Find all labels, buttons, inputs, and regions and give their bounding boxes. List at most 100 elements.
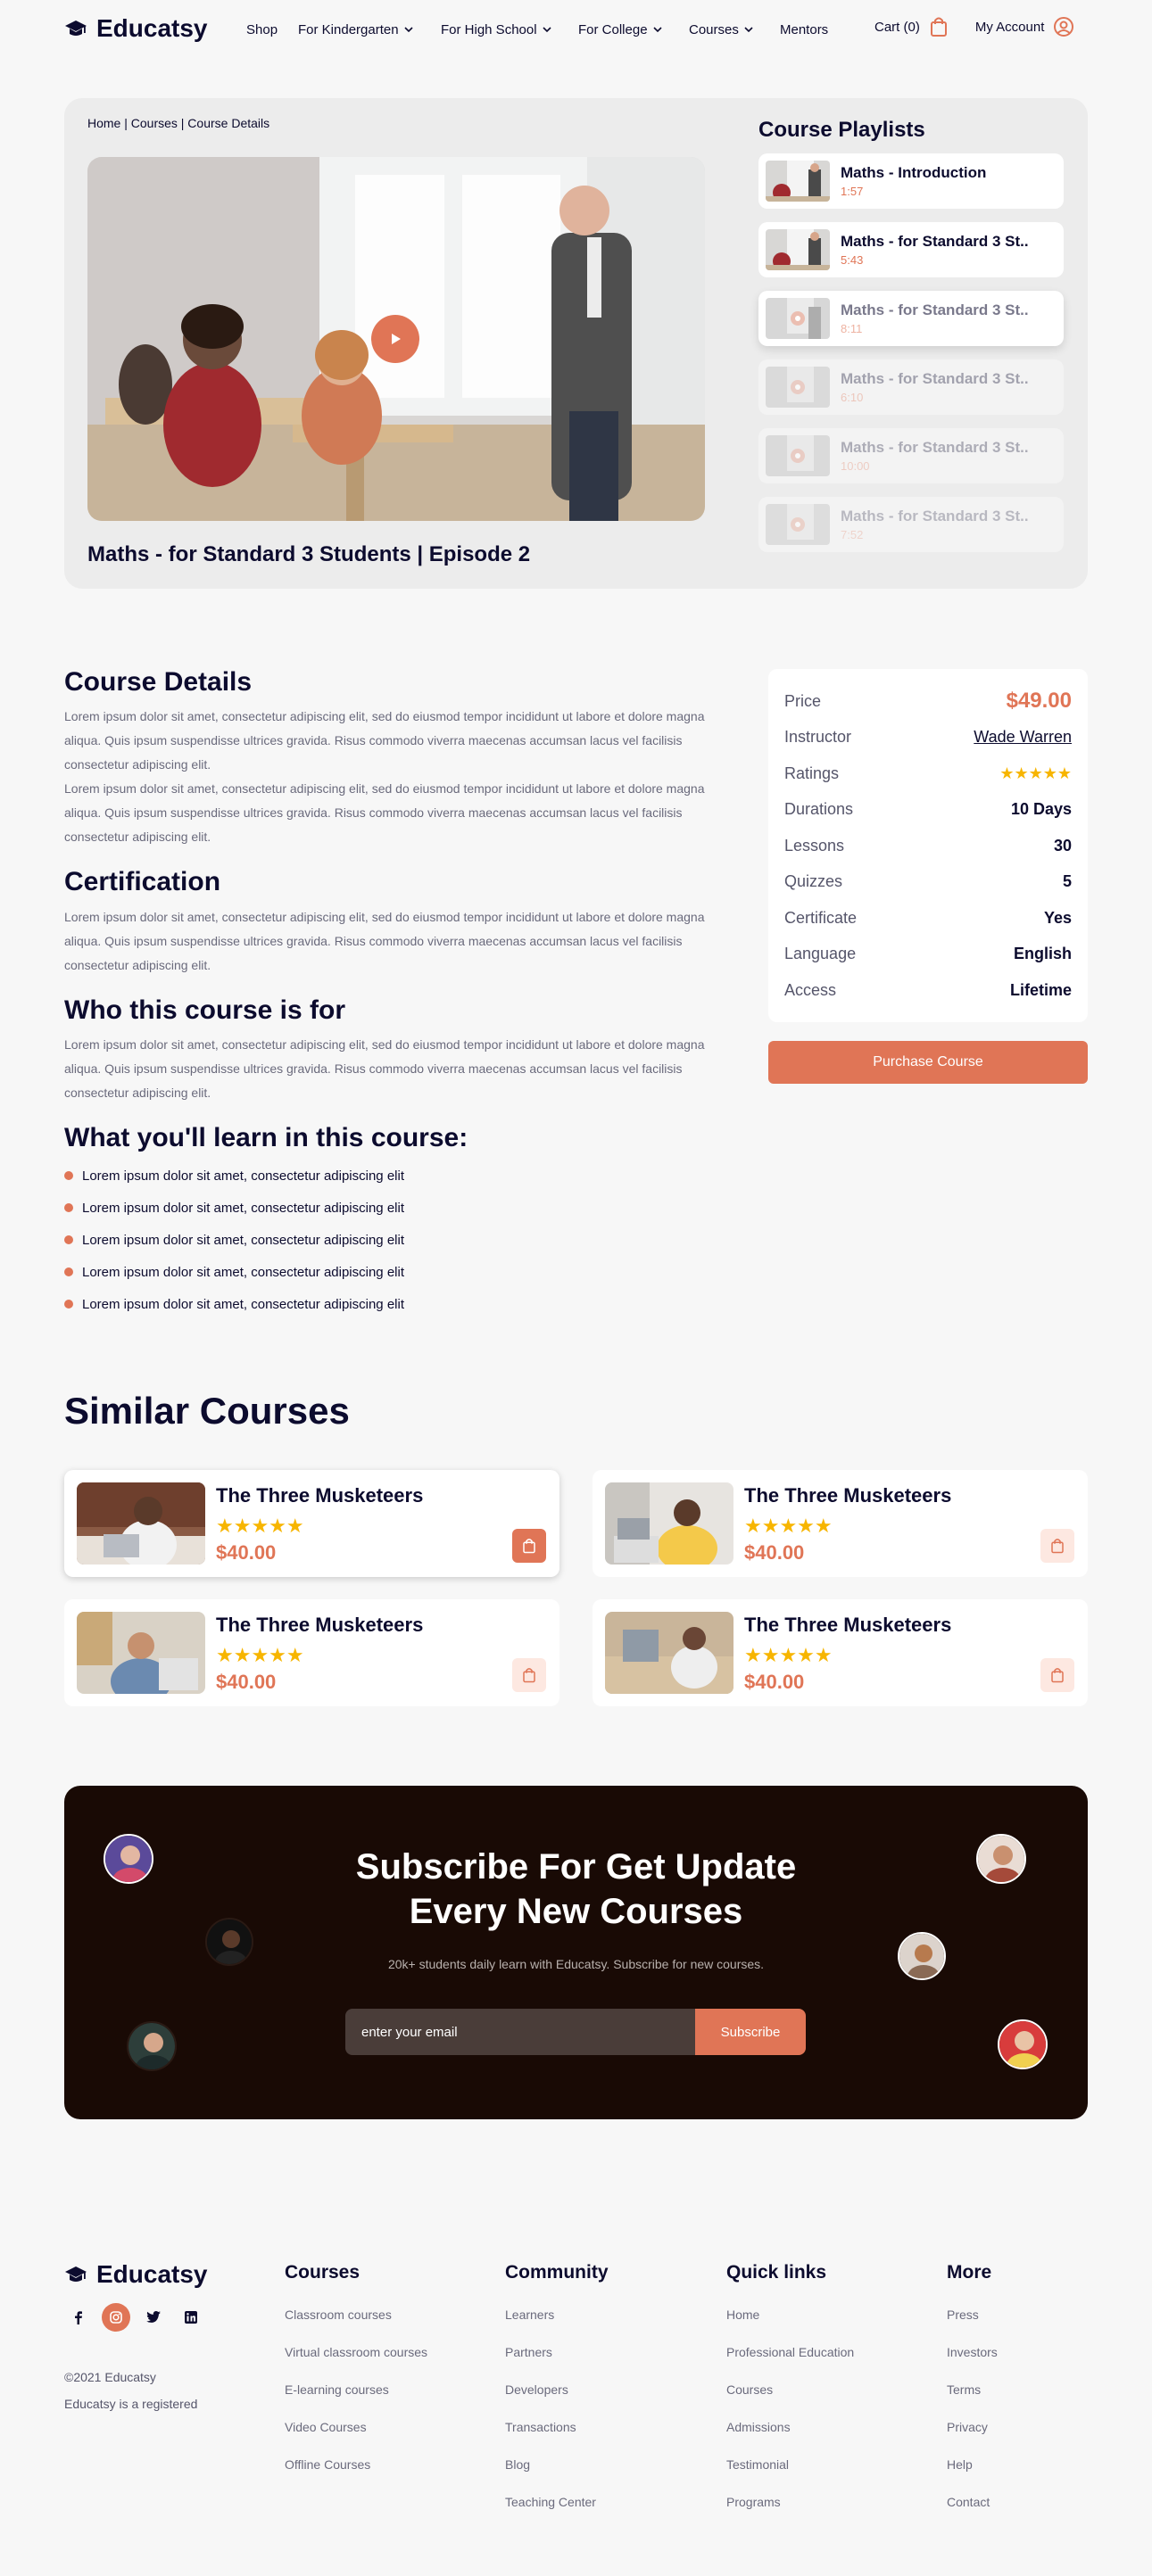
footer-link[interactable]: Press — [947, 2303, 1081, 2326]
footer-link[interactable]: Professional Education — [726, 2341, 905, 2364]
registered-text: Educatsy is a registered — [64, 2397, 198, 2411]
instagram-link[interactable] — [102, 2303, 130, 2332]
copyright: ©2021 Educatsy Educatsy is a registered — [64, 2364, 197, 2417]
footer-link[interactable]: Privacy — [947, 2415, 1081, 2439]
footer-link[interactable]: Transactions — [505, 2415, 675, 2439]
footer-link[interactable]: Video Courses — [285, 2415, 436, 2439]
nav-mentors[interactable]: Mentors — [780, 20, 842, 39]
account-link[interactable]: My Account — [975, 16, 1075, 37]
video-player[interactable] — [87, 157, 705, 521]
playlist-item[interactable]: Maths - for Standard 3 St.. 5:43 — [758, 222, 1064, 277]
facebook-link[interactable] — [64, 2303, 93, 2332]
subscribe-description: 20k+ students daily learn with Educatsy.… — [387, 1957, 765, 1971]
footer-link[interactable]: Virtual classroom courses — [285, 2341, 436, 2364]
course-card[interactable]: The Three Musketeers ★★★★★ $40.00 — [593, 1470, 1088, 1577]
playlist-item-name: Maths - Introduction — [841, 164, 987, 181]
playlist-item[interactable]: Maths - for Standard 3 St.. 8:11 — [758, 291, 1064, 346]
nav-courses[interactable]: Courses — [689, 20, 780, 39]
footer-link[interactable]: Investors — [947, 2341, 1081, 2364]
video-title: Maths - for Standard 3 Students | Episod… — [87, 542, 531, 566]
info-label: Quizzes — [784, 872, 843, 891]
add-to-cart-button[interactable] — [512, 1529, 546, 1563]
nav-kindergarten[interactable]: For Kindergarten — [298, 20, 441, 39]
footer-link[interactable]: Blog — [505, 2453, 675, 2476]
course-hero: Home | Courses | Course Details Maths - … — [64, 98, 1088, 589]
play-button[interactable] — [371, 315, 419, 363]
add-to-cart-button[interactable] — [1040, 1529, 1074, 1563]
playlist-item[interactable]: Maths - for Standard 3 St.. 7:52 — [758, 497, 1064, 552]
playlist-item[interactable]: Maths - Introduction 1:57 — [758, 153, 1064, 209]
list-item: Lorem ipsum dolor sit amet, consectetur … — [64, 1224, 404, 1256]
playlist-item[interactable]: Maths - for Standard 3 St.. 6:10 — [758, 359, 1064, 415]
course-name: The Three Musketeers — [216, 1484, 424, 1507]
info-row-language: Language English — [784, 937, 1072, 973]
footer-link[interactable]: Home — [726, 2303, 905, 2326]
course-details-paragraph: Lorem ipsum dolor sit amet, consectetur … — [64, 709, 705, 772]
playlist-thumbnail — [766, 229, 830, 270]
nav-college[interactable]: For College — [578, 20, 689, 39]
info-row-price: Price $49.00 — [784, 683, 1072, 720]
add-to-cart-button[interactable] — [512, 1658, 546, 1692]
course-thumbnail — [77, 1482, 205, 1565]
footer-brand-logo[interactable]: Educatsy — [64, 2260, 208, 2289]
footer-link[interactable]: Contact — [947, 2490, 1081, 2514]
nav-shop[interactable]: Shop — [246, 20, 298, 39]
linkedin-link[interactable] — [177, 2303, 205, 2332]
footer-link[interactable]: Offline Courses — [285, 2453, 436, 2476]
footer-link[interactable]: Classroom courses — [285, 2303, 436, 2326]
course-card[interactable]: The Three Musketeers ★★★★★ $40.00 — [64, 1470, 559, 1577]
info-row-ratings: Ratings ★★★★★ — [784, 755, 1072, 792]
footer-link[interactable]: Programs — [726, 2490, 905, 2514]
brand-name: Educatsy — [96, 14, 208, 42]
brand-logo[interactable]: Educatsy — [64, 14, 208, 43]
add-to-cart-button[interactable] — [1040, 1658, 1074, 1692]
course-name: The Three Musketeers — [744, 1614, 952, 1636]
footer-link[interactable]: Testimonial — [726, 2453, 905, 2476]
course-name: The Three Musketeers — [744, 1484, 952, 1507]
footer-link[interactable]: Admissions — [726, 2415, 905, 2439]
footer-link[interactable]: Partners — [505, 2341, 675, 2364]
info-row-lessons: Lessons 30 — [784, 828, 1072, 864]
info-value: Yes — [1043, 908, 1072, 927]
footer-link[interactable]: E-learning courses — [285, 2378, 436, 2401]
audience-paragraph: Lorem ipsum dolor sit amet, consectetur … — [64, 1037, 705, 1100]
playlist-item[interactable]: Maths - for Standard 3 St.. 10:00 — [758, 428, 1064, 483]
info-label: Instructor — [784, 728, 852, 747]
certification-paragraph: Lorem ipsum dolor sit amet, consectetur … — [64, 910, 705, 972]
playlist-item-time: 7:52 — [841, 528, 864, 541]
twitter-link[interactable] — [139, 2303, 168, 2332]
footer-link[interactable]: Help — [947, 2453, 1081, 2476]
shopping-bag-icon — [1051, 1539, 1064, 1554]
email-input[interactable] — [345, 2009, 695, 2055]
course-details-paragraph: Lorem ipsum dolor sit amet, consectetur … — [64, 781, 705, 844]
footer-column-title: Quick links — [726, 2262, 827, 2283]
footer-column-more: More Press Investors Terms Privacy Help … — [947, 2262, 1081, 2528]
similar-courses-title: Similar Courses — [64, 1390, 350, 1432]
nav-high-school[interactable]: For High School — [441, 20, 578, 39]
shopping-bag-icon — [930, 17, 947, 37]
social-links — [64, 2303, 205, 2332]
footer-link[interactable]: Teaching Center — [505, 2490, 675, 2514]
rating-stars: ★★★★★ — [999, 764, 1072, 782]
footer-link[interactable]: Courses — [726, 2378, 905, 2401]
footer-column-title: Courses — [285, 2262, 361, 2283]
course-card[interactable]: The Three Musketeers ★★★★★ $40.00 — [64, 1599, 559, 1706]
audience-title: Who this course is for — [64, 995, 346, 1025]
purchase-course-button[interactable]: Purchase Course — [768, 1041, 1088, 1084]
nav-label: For College — [578, 21, 648, 37]
footer-link[interactable]: Terms — [947, 2378, 1081, 2401]
footer-link[interactable]: Developers — [505, 2378, 675, 2401]
instructor-link[interactable]: Wade Warren — [974, 728, 1072, 747]
cart-link[interactable]: Cart (0) — [874, 16, 949, 37]
nav-label: For High School — [441, 21, 537, 37]
subscribe-button[interactable]: Subscribe — [695, 2009, 806, 2055]
rating-stars: ★★★★★ — [216, 1644, 304, 1666]
playlist-item-time: 6:10 — [841, 391, 864, 404]
footer-link[interactable]: Learners — [505, 2303, 675, 2326]
rating-stars: ★★★★★ — [216, 1515, 304, 1537]
course-card[interactable]: The Three Musketeers ★★★★★ $40.00 — [593, 1599, 1088, 1706]
info-label: Durations — [784, 800, 854, 819]
playlist-item-time: 5:43 — [841, 253, 864, 267]
list-item-text: Lorem ipsum dolor sit amet, consectetur … — [82, 1168, 404, 1184]
course-price: $40.00 — [216, 1671, 277, 1693]
